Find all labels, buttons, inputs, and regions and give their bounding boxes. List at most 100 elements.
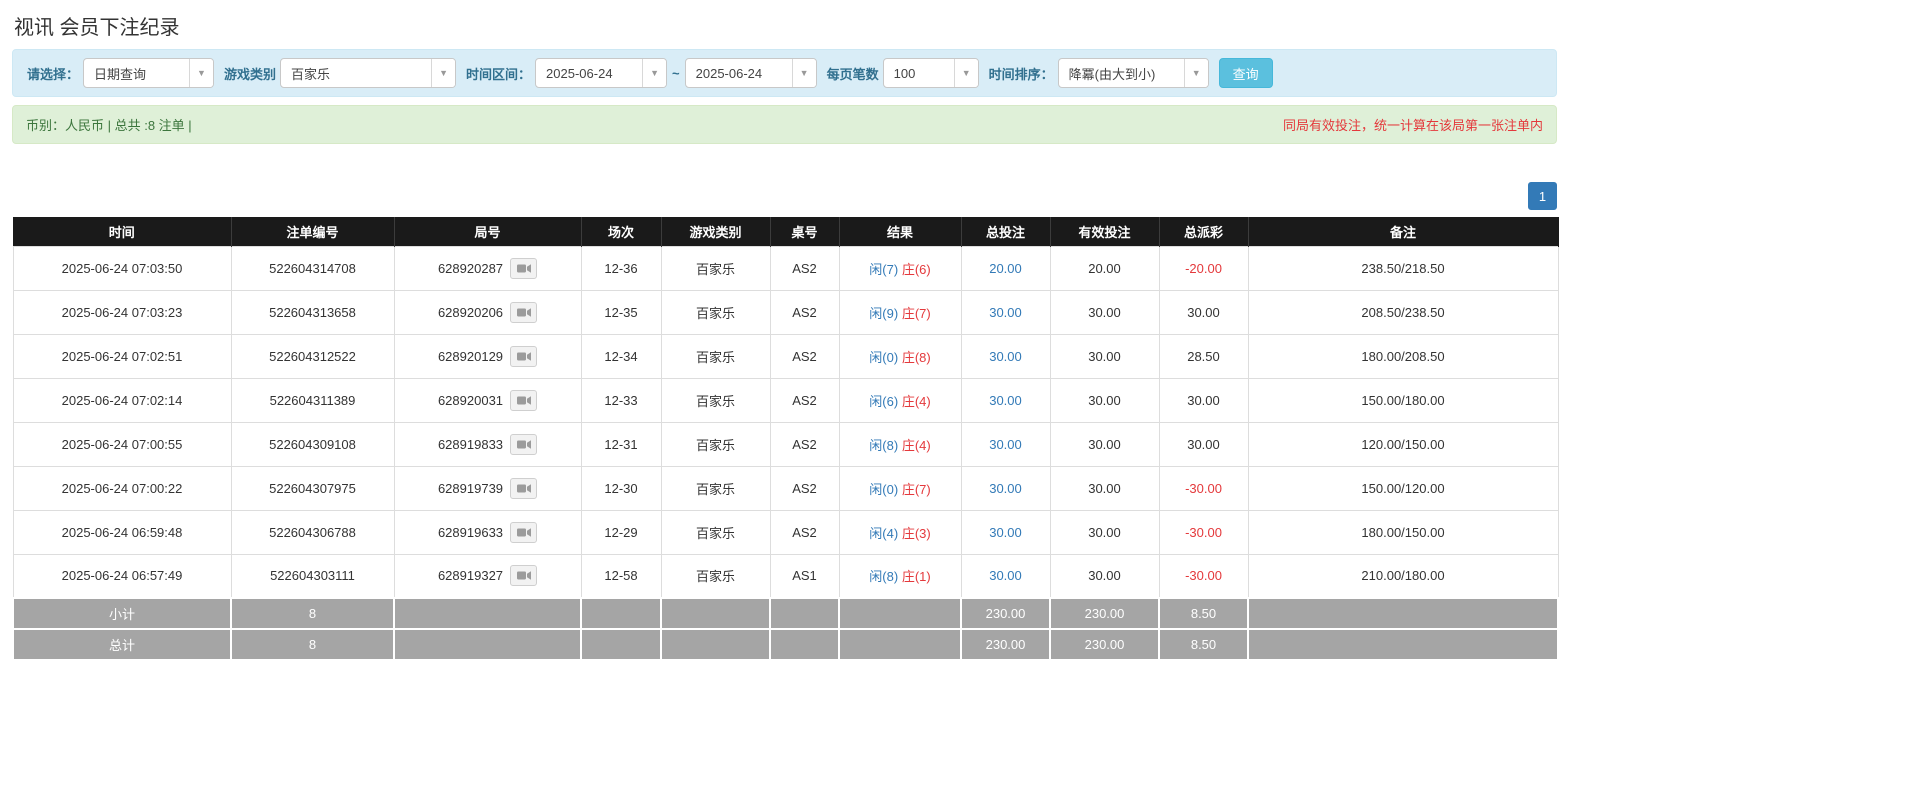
- cell-note: 208.50/238.50: [1247, 289, 1559, 335]
- date-to-select[interactable]: 2025-06-24 ▼: [684, 58, 817, 88]
- chevron-down-icon: ▼: [189, 59, 214, 87]
- subtotal-valid-bet: 230.00: [1049, 597, 1160, 630]
- cell-payout: -30.00: [1158, 465, 1249, 511]
- page-1-button[interactable]: 1: [1528, 182, 1557, 210]
- header-note: 备注: [1248, 217, 1559, 246]
- total-count: 8: [230, 628, 395, 661]
- round-no-text: 628919633: [437, 524, 504, 540]
- result-banker: 庄(7): [901, 481, 931, 497]
- cell-bet-no: 522604307975: [230, 465, 395, 511]
- cell-payout: 30.00: [1158, 377, 1249, 423]
- video-replay-button[interactable]: [510, 389, 538, 411]
- cell-note: 150.00/180.00: [1247, 377, 1559, 423]
- chevron-down-icon: ▼: [431, 59, 456, 87]
- total-row: 总计 8 230.00 230.00 8.50: [12, 628, 1559, 661]
- cell-total-bet[interactable]: 30.00: [960, 465, 1051, 511]
- result-player: 闲(7): [869, 261, 899, 277]
- video-replay-button[interactable]: [510, 477, 538, 499]
- round-no-text: 628919833: [437, 436, 504, 452]
- round-no-text: 628920287: [437, 260, 504, 276]
- cell-game-type: 百家乐: [660, 509, 771, 555]
- page-size-label: 每页笔数: [826, 66, 879, 82]
- cell-result: 闲(8) 庄(1): [838, 553, 962, 599]
- round-no-text: 628919327: [437, 568, 504, 584]
- cell-time: 2025-06-24 06:57:49: [12, 553, 232, 599]
- table-row: 2025-06-24 07:03:50 522604314708 6289202…: [12, 245, 1559, 291]
- table-header-row: 时间 注单编号 局号 场次 游戏类别 桌号 结果 总投注 有效投注 总派彩 备注: [13, 217, 1559, 246]
- result-player: 闲(0): [869, 481, 899, 497]
- game-type-select[interactable]: 百家乐 ▼: [280, 58, 457, 88]
- subtotal-payout: 8.50: [1158, 597, 1249, 630]
- cell-table-no: AS2: [769, 421, 840, 467]
- page-size-value: 100: [893, 65, 916, 81]
- cell-total-bet[interactable]: 30.00: [960, 289, 1051, 335]
- cell-bet-no: 522604312522: [230, 333, 395, 379]
- cell-bet-no: 522604313658: [230, 289, 395, 335]
- table-row: 2025-06-24 07:00:22 522604307975 6289197…: [12, 465, 1559, 511]
- cell-valid-bet: 30.00: [1049, 377, 1160, 423]
- video-replay-button[interactable]: [510, 521, 538, 543]
- cell-session: 12-36: [580, 245, 662, 291]
- header-table-no: 桌号: [770, 217, 840, 246]
- cell-result: 闲(7) 庄(6): [838, 245, 962, 291]
- cell-session: 12-33: [580, 377, 662, 423]
- cell-payout: -30.00: [1158, 509, 1249, 555]
- result-banker: 庄(7): [901, 305, 931, 321]
- cell-note: 150.00/120.00: [1247, 465, 1559, 511]
- cell-total-bet[interactable]: 30.00: [960, 553, 1051, 599]
- cell-time: 2025-06-24 07:00:55: [12, 421, 232, 467]
- cell-payout: 30.00: [1158, 289, 1249, 335]
- valid-bet-notice-text: 同局有效投注，统一计算在该局第一张注单内: [1282, 118, 1543, 133]
- cell-session: 12-31: [580, 421, 662, 467]
- video-replay-button[interactable]: [510, 433, 538, 455]
- header-payout: 总派彩: [1159, 217, 1249, 246]
- cell-table-no: AS2: [769, 377, 840, 423]
- query-type-select[interactable]: 日期查询 ▼: [83, 58, 215, 88]
- video-camera-icon: [516, 483, 531, 493]
- video-replay-button[interactable]: [510, 345, 538, 367]
- total-payout: 8.50: [1158, 628, 1249, 661]
- video-replay-button[interactable]: [510, 565, 538, 587]
- video-camera-icon: [516, 439, 531, 449]
- cell-bet-no: 522604306788: [230, 509, 395, 555]
- table-row: 2025-06-24 07:02:14 522604311389 6289200…: [12, 377, 1559, 423]
- cell-table-no: AS2: [769, 245, 840, 291]
- cell-payout: -30.00: [1158, 553, 1249, 599]
- cell-total-bet[interactable]: 20.00: [960, 245, 1051, 291]
- cell-total-bet[interactable]: 30.00: [960, 377, 1051, 423]
- cell-total-bet[interactable]: 30.00: [960, 421, 1051, 467]
- cell-game-type: 百家乐: [660, 289, 771, 335]
- cell-valid-bet: 30.00: [1049, 333, 1160, 379]
- chevron-down-icon: ▼: [642, 59, 667, 87]
- cell-game-type: 百家乐: [660, 465, 771, 511]
- filter-bar: 请选择： 日期查询 ▼ 游戏类别 百家乐 ▼ 时间区间： 2025-06-24 …: [12, 49, 1557, 97]
- cell-total-bet[interactable]: 30.00: [960, 333, 1051, 379]
- header-game-type: 游戏类别: [661, 217, 771, 246]
- video-camera-icon: [516, 395, 531, 405]
- cell-time: 2025-06-24 07:02:51: [12, 333, 232, 379]
- game-type-value: 百家乐: [291, 66, 331, 82]
- page-size-select[interactable]: 100 ▼: [882, 58, 979, 88]
- query-button[interactable]: 查询: [1218, 58, 1273, 88]
- total-valid-bet: 230.00: [1049, 628, 1160, 661]
- cell-total-bet[interactable]: 30.00: [960, 509, 1051, 555]
- result-player: 闲(8): [869, 569, 899, 585]
- cell-game-type: 百家乐: [660, 333, 771, 379]
- cell-valid-bet: 30.00: [1049, 465, 1160, 511]
- video-replay-button[interactable]: [510, 301, 538, 323]
- table-row: 2025-06-24 06:57:49 522604303111 6289193…: [12, 553, 1559, 599]
- cell-session: 12-29: [580, 509, 662, 555]
- video-camera-icon: [516, 351, 531, 361]
- sort-select[interactable]: 降冪(由大到小) ▼: [1057, 58, 1209, 88]
- cell-payout: 28.50: [1158, 333, 1249, 379]
- result-banker: 庄(3): [901, 525, 931, 541]
- page-title: 视讯 会员下注纪录: [14, 17, 180, 39]
- cell-round-no: 628919633: [393, 509, 582, 555]
- cell-result: 闲(8) 庄(4): [838, 421, 962, 467]
- cell-round-no: 628920287: [393, 245, 582, 291]
- cell-valid-bet: 30.00: [1049, 421, 1160, 467]
- sort-label: 时间排序：: [988, 66, 1054, 82]
- video-replay-button[interactable]: [510, 257, 538, 279]
- cell-table-no: AS1: [769, 553, 840, 599]
- date-from-select[interactable]: 2025-06-24 ▼: [535, 58, 668, 88]
